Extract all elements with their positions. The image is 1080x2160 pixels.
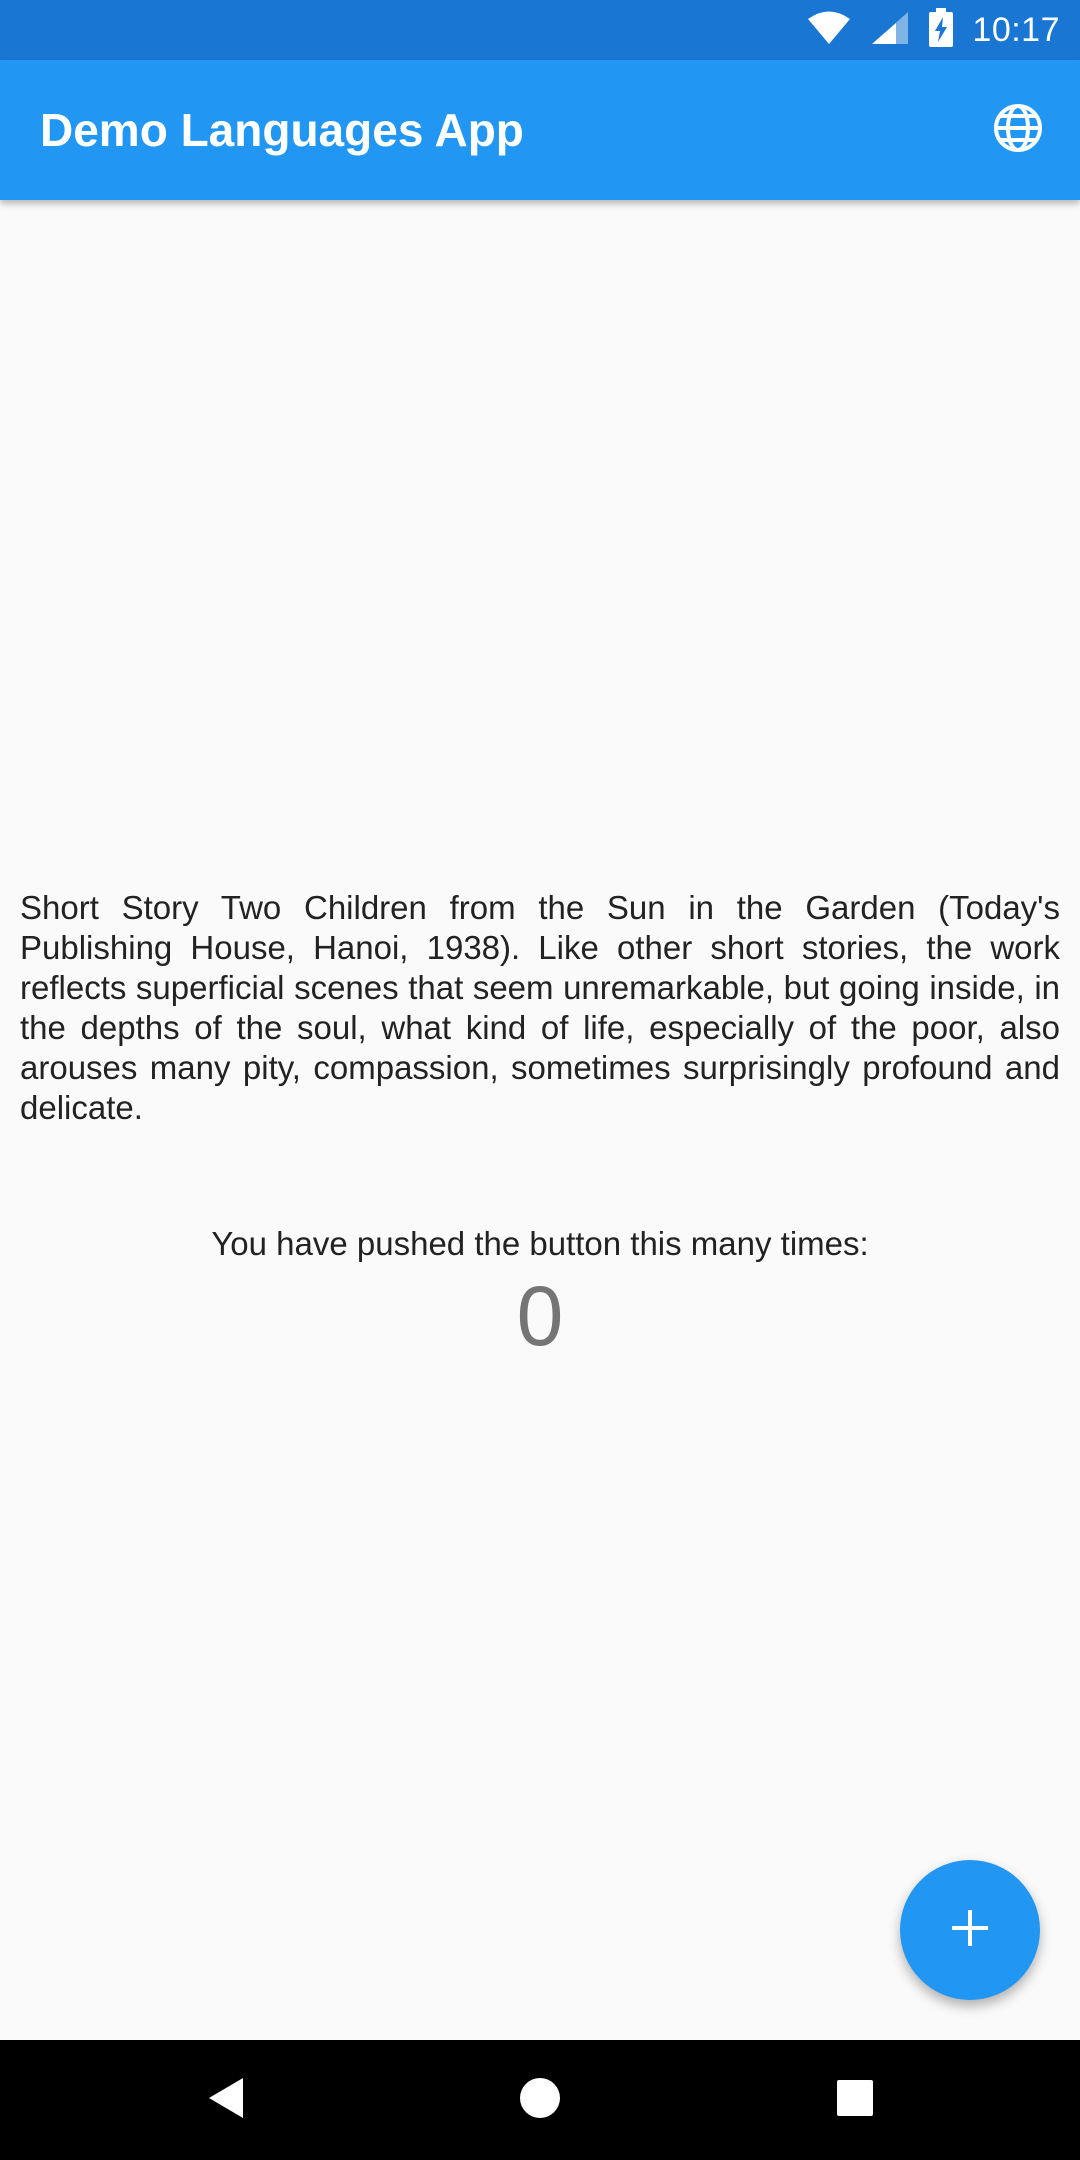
story-text: Short Story Two Children from the Sun in… bbox=[20, 889, 1060, 1126]
back-icon bbox=[205, 2076, 245, 2125]
app-screen: 10:17 Demo Languages App Short Story Two… bbox=[0, 0, 1080, 2160]
home-icon bbox=[518, 2076, 562, 2125]
recents-icon bbox=[835, 2078, 875, 2123]
battery-charging-icon bbox=[928, 7, 954, 53]
plus-icon bbox=[948, 1906, 992, 1955]
increment-button[interactable] bbox=[900, 1860, 1040, 2000]
cell-signal-icon bbox=[870, 10, 910, 51]
back-button[interactable] bbox=[185, 2060, 265, 2140]
wifi-icon bbox=[806, 10, 852, 51]
home-button[interactable] bbox=[500, 2060, 580, 2140]
globe-icon bbox=[992, 102, 1044, 159]
status-bar: 10:17 bbox=[0, 0, 1080, 60]
language-button[interactable] bbox=[974, 86, 1062, 174]
app-bar: Demo Languages App bbox=[0, 60, 1080, 200]
status-time: 10:17 bbox=[972, 10, 1060, 49]
counter-label: You have pushed the button this many tim… bbox=[211, 1225, 869, 1262]
navigation-bar bbox=[0, 2040, 1080, 2160]
counter-value: 0 bbox=[516, 1269, 564, 1363]
recents-button[interactable] bbox=[815, 2060, 895, 2140]
app-title: Demo Languages App bbox=[40, 104, 524, 156]
status-icons: 10:17 bbox=[806, 0, 1060, 60]
